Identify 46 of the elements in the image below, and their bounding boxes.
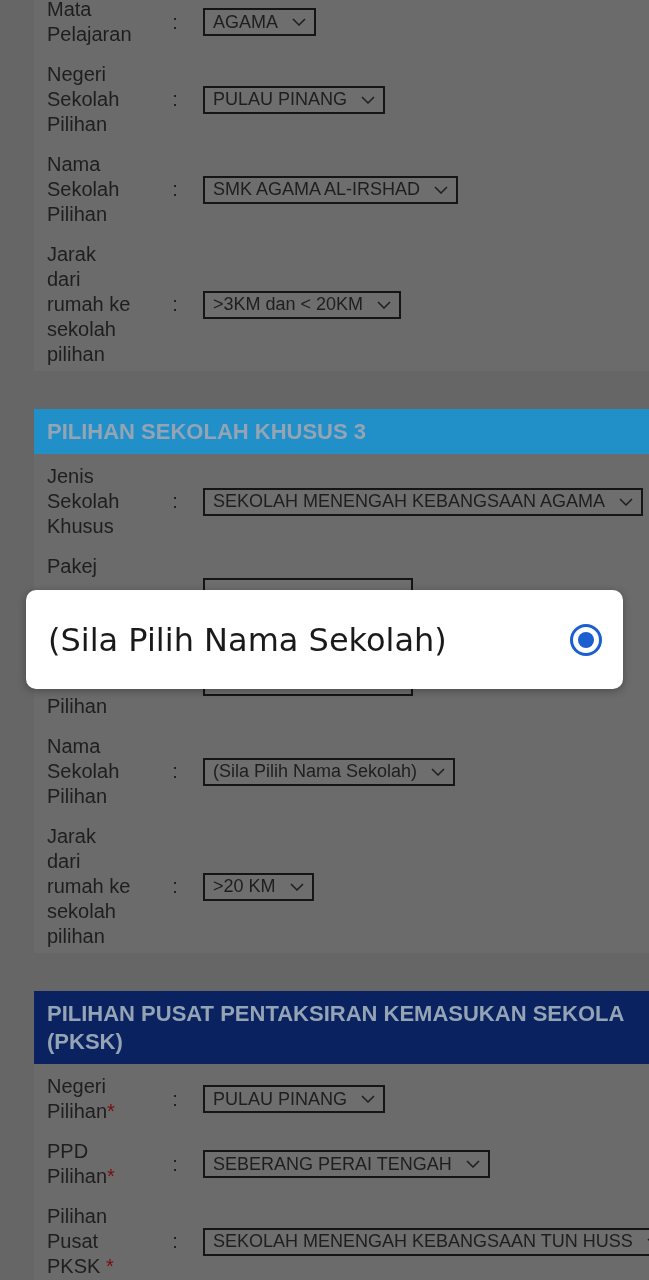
field-label: Pilihan <box>47 694 109 719</box>
colon: : <box>171 10 179 34</box>
colon: : <box>171 490 179 513</box>
field-label: Nama Sekolah Pilihan <box>47 152 121 227</box>
dropdown-select[interactable]: SEBERANG PERAI TENGAH <box>203 1150 490 1178</box>
radio-button[interactable] <box>569 622 603 657</box>
chevron-down-icon <box>292 18 306 26</box>
option-label[interactable]: (Sila Pilih Nama Sekolah) <box>48 620 447 659</box>
dropdown-select[interactable]: SMK AGAMA AL-IRSHAD <box>203 175 459 204</box>
colon: : <box>171 760 179 783</box>
colon: : <box>171 1152 179 1176</box>
field-label: Jarak dari rumah ke sekolah pilihan <box>47 242 132 367</box>
colon: : <box>171 875 179 898</box>
field-label: Jenis Sekolah Khusus <box>47 464 121 539</box>
section-title: PILIHAN PUSAT PENTAKSIRAN KEMASUKAN SEKOLA <box>47 1000 626 1028</box>
dropdown-select[interactable]: PULAU PINANG <box>203 1085 386 1113</box>
dropdown-select[interactable]: (Sila Pilih Nama Sekolah) <box>203 757 456 786</box>
chevron-down-icon <box>434 185 449 194</box>
colon: : <box>171 1230 179 1253</box>
section-title: PILIHAN SEKOLAH KHUSUS 3 <box>47 418 368 446</box>
chevron-down-icon <box>361 1095 376 1103</box>
colon: : <box>171 293 179 316</box>
colon: : <box>171 178 179 201</box>
field-label: Jarak dari rumah ke sekolah pilihan <box>47 824 132 949</box>
field-label: PPD Pilihan* <box>47 1139 116 1189</box>
chevron-down-icon <box>431 767 446 776</box>
field-label: Mata Pelajaran <box>47 0 133 47</box>
field-label: Negeri Sekolah Pilihan <box>47 62 121 137</box>
colon: : <box>171 88 179 111</box>
dropdown-select[interactable]: PULAU PINANG <box>203 85 386 114</box>
chevron-down-icon <box>619 497 634 506</box>
field-label: Nama Sekolah Pilihan <box>47 734 121 809</box>
dropdown-select[interactable]: SEKOLAH MENENGAH KEBANGSAAN AGAMA <box>203 487 644 516</box>
colon: : <box>171 1087 179 1111</box>
chevron-down-icon <box>289 882 304 891</box>
dropdown-select[interactable]: AGAMA <box>203 8 316 36</box>
field-label: Pakej <box>47 554 99 579</box>
chevron-down-icon <box>361 95 376 104</box>
dropdown-select[interactable]: >3KM dan < 20KM <box>203 290 402 319</box>
dropdown-select[interactable]: SEKOLAH MENENGAH KEBANGSAAN TUN HUSS <box>203 1227 649 1256</box>
chevron-down-icon <box>465 1160 480 1168</box>
dropdown-select[interactable]: >20 KM <box>203 872 314 901</box>
chevron-down-icon <box>377 300 392 309</box>
section-title: (PKSK) <box>47 1028 124 1056</box>
field-label: Pilihan Pusat PKSK * <box>47 1204 115 1279</box>
field-label: Negeri Pilihan* <box>47 1074 116 1124</box>
